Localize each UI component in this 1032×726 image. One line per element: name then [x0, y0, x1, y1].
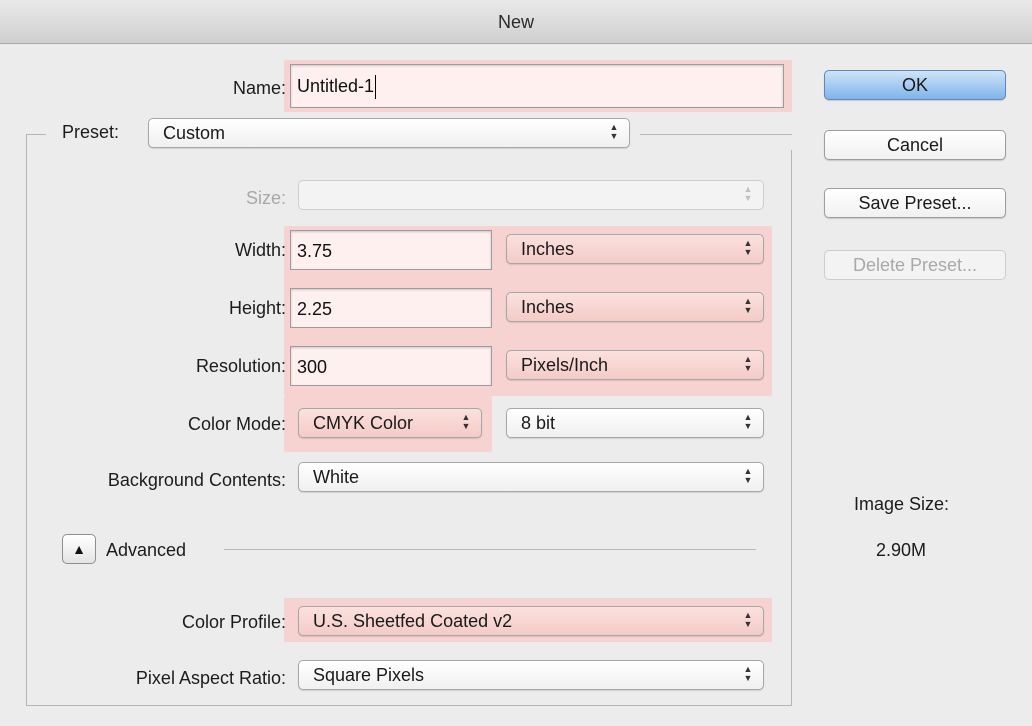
preset-label: Preset: — [62, 122, 120, 142]
color-mode-value: CMYK Color — [313, 413, 414, 433]
advanced-divider — [224, 549, 756, 550]
advanced-toggle-button[interactable]: ▲ — [62, 534, 96, 564]
preset-group-line — [640, 134, 792, 135]
select-arrows-icon: ▲ ▼ — [743, 610, 753, 629]
text-caret — [375, 75, 377, 100]
width-unit-value: Inches — [521, 239, 575, 259]
window-title: New — [0, 0, 1032, 44]
color-profile-label: Color Profile: — [181, 612, 286, 632]
color-mode-select[interactable]: CMYK Color ▲ ▼ — [298, 408, 482, 438]
background-label: Background Contents: — [107, 470, 286, 490]
cancel-button[interactable]: Cancel — [824, 130, 1006, 160]
preset-value: Custom — [163, 123, 226, 143]
color-profile-value: U.S. Sheetfed Coated v2 — [313, 611, 513, 631]
size-label: Size: — [245, 188, 286, 208]
select-arrows-icon: ▲ ▼ — [743, 238, 753, 257]
background-select[interactable]: White ▲ ▼ — [298, 462, 764, 492]
resolution-unit-select[interactable]: Pixels/Inch ▲ ▼ — [506, 350, 764, 380]
preset-select[interactable]: Custom ▲ ▼ — [148, 118, 630, 148]
width-label: Width: — [234, 240, 286, 260]
image-size-label: Image Size: — [854, 494, 950, 514]
color-profile-select[interactable]: U.S. Sheetfed Coated v2 ▲ ▼ — [298, 606, 764, 636]
height-unit-value: Inches — [521, 297, 575, 317]
pixel-aspect-select[interactable]: Square Pixels ▲ ▼ — [298, 660, 764, 690]
bit-depth-value: 8 bit — [521, 413, 556, 433]
width-input[interactable]: 3.75 — [290, 230, 492, 270]
size-select[interactable]: ▲ ▼ — [298, 180, 764, 210]
select-arrows-icon: ▲ ▼ — [743, 412, 753, 431]
delete-preset-button[interactable]: Delete Preset... — [824, 250, 1006, 280]
select-arrows-icon: ▲ ▼ — [743, 466, 753, 485]
width-unit-select[interactable]: Inches ▲ ▼ — [506, 234, 764, 264]
triangle-up-icon: ▲ — [72, 541, 86, 557]
background-value: White — [313, 467, 360, 487]
resolution-unit-value: Pixels/Inch — [521, 355, 609, 375]
bit-depth-select[interactable]: 8 bit ▲ ▼ — [506, 408, 764, 438]
color-mode-label: Color Mode: — [187, 414, 286, 434]
advanced-label: Advanced — [106, 540, 187, 560]
select-arrows-icon: ▲ ▼ — [743, 354, 753, 373]
name-value: Untitled-1 — [297, 76, 375, 96]
select-arrows-icon: ▲ ▼ — [743, 296, 753, 315]
select-arrows-icon: ▲ ▼ — [743, 664, 753, 683]
select-arrows-icon: ▲ ▼ — [461, 412, 471, 431]
select-arrows-icon: ▲ ▼ — [743, 184, 753, 203]
pixel-aspect-label: Pixel Aspect Ratio: — [135, 668, 286, 688]
resolution-label: Resolution: — [195, 356, 286, 376]
save-preset-button[interactable]: Save Preset... — [824, 188, 1006, 218]
name-label: Name: — [232, 78, 286, 98]
pixel-aspect-value: Square Pixels — [313, 665, 425, 685]
height-label: Height: — [228, 298, 286, 318]
image-size-value: 2.90M — [876, 540, 927, 560]
resolution-input[interactable]: 300 — [290, 346, 492, 386]
height-input[interactable]: 2.25 — [290, 288, 492, 328]
height-unit-select[interactable]: Inches ▲ ▼ — [506, 292, 764, 322]
ok-button[interactable]: OK — [824, 70, 1006, 100]
name-input[interactable]: Untitled-1 — [290, 64, 784, 108]
select-arrows-icon: ▲ ▼ — [609, 122, 619, 141]
